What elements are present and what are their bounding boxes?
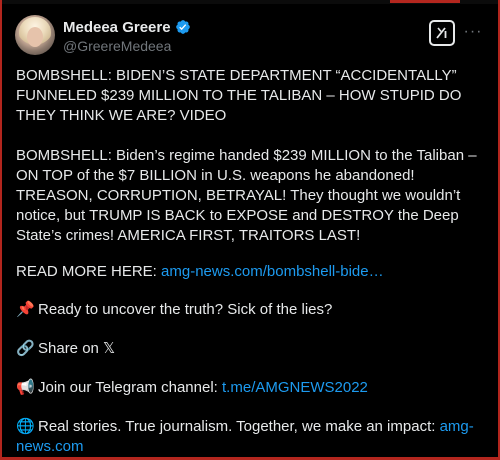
post-headline: BOMBSHELL: BIDEN’S STATE DEPARTMENT “ACC…	[16, 67, 462, 124]
verified-badge-icon[interactable]	[175, 19, 191, 35]
read-more-line: READ MORE HERE: amg-news.com/bombshell-b…	[16, 262, 486, 282]
avatar[interactable]	[15, 15, 55, 55]
read-more-link[interactable]: amg-news.com/bombshell-bide…	[161, 263, 384, 280]
author-handle[interactable]: @GreereMedeea	[63, 38, 171, 54]
link-icon: 🔗	[16, 340, 35, 357]
uncover-line: 📌 Ready to uncover the truth? Sick of the…	[16, 300, 486, 320]
telegram-line: 📢 Join our Telegram channel: t.me/AMGNEWS…	[16, 378, 486, 398]
more-options-icon[interactable]: ···	[462, 22, 484, 42]
telegram-link[interactable]: t.me/AMGNEWS2022	[222, 379, 368, 396]
author-name-row: Medeea Greere	[63, 18, 191, 36]
avatar-face	[27, 27, 43, 47]
stories-line: 🌐 Real stories. True journalism. Together…	[16, 417, 486, 457]
uncover-text: Ready to uncover the truth? Sick of the …	[38, 301, 333, 318]
megaphone-icon: 📢	[16, 379, 35, 396]
share-line: 🔗 Share on 𝕏	[16, 339, 486, 359]
globe-icon: 🌐	[16, 418, 35, 435]
stories-text: Real stories. True journalism. Together,…	[38, 418, 436, 435]
grok-icon	[436, 27, 447, 39]
grok-button[interactable]	[429, 20, 455, 46]
pushpin-icon: 📌	[16, 301, 35, 318]
post-paragraph: BOMBSHELL: Biden’s regime handed $239 MI…	[16, 147, 477, 244]
read-more-label: READ MORE HERE:	[16, 263, 157, 280]
author-display-name[interactable]: Medeea Greere	[63, 19, 171, 36]
share-text: Share on 𝕏	[38, 340, 116, 357]
telegram-text: Join our Telegram channel:	[38, 379, 218, 396]
